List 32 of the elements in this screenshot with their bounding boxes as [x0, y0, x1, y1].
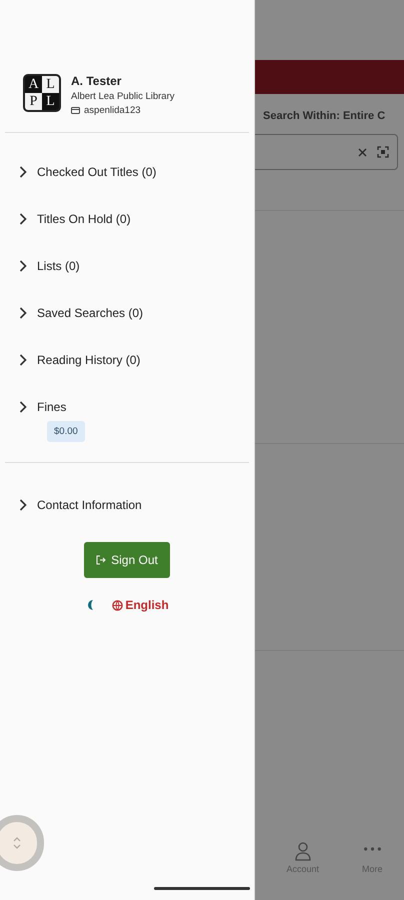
- menu-item[interactable]: Lists (0): [5, 256, 80, 276]
- chevron-icon: [19, 499, 27, 511]
- dark-mode-icon[interactable]: [85, 599, 94, 611]
- chevron-icon: [19, 166, 27, 178]
- menu-item[interactable]: Contact Information: [5, 495, 142, 515]
- search-field[interactable]: [255, 134, 398, 170]
- chevron-icon: [19, 260, 27, 272]
- chevron-icon: [19, 354, 27, 366]
- language-button[interactable]: English: [112, 598, 169, 612]
- sign-out-icon: [96, 555, 106, 565]
- chevron-icon: [19, 307, 27, 319]
- chevron-icon: [19, 213, 27, 225]
- menu-item[interactable]: Fines: [5, 397, 66, 417]
- search-scope-label: Search Within: Entire C: [263, 110, 386, 122]
- menu-item[interactable]: Reading History (0): [5, 350, 140, 370]
- globe-icon: [112, 600, 124, 610]
- user-name: A. Tester: [71, 74, 122, 88]
- sign-out-button[interactable]: Sign Out: [84, 542, 170, 578]
- more-icon: [364, 847, 381, 851]
- chevron-icon: [19, 401, 27, 413]
- menu-item[interactable]: Checked Out Titles (0): [5, 162, 156, 182]
- library-logo: A L P L: [23, 74, 61, 112]
- card-icon: [71, 107, 80, 114]
- person-icon: [294, 841, 312, 861]
- chevron-icon: [12, 836, 22, 850]
- menu-item[interactable]: Titles On Hold (0): [5, 209, 131, 229]
- scan-icon[interactable]: [377, 146, 389, 158]
- fines-amount: $0.00: [47, 421, 85, 442]
- menu-item[interactable]: Saved Searches (0): [5, 303, 144, 323]
- close-icon[interactable]: [358, 148, 367, 156]
- library-name: Albert Lea Public Library: [71, 91, 174, 102]
- username: aspenlida123: [84, 105, 141, 116]
